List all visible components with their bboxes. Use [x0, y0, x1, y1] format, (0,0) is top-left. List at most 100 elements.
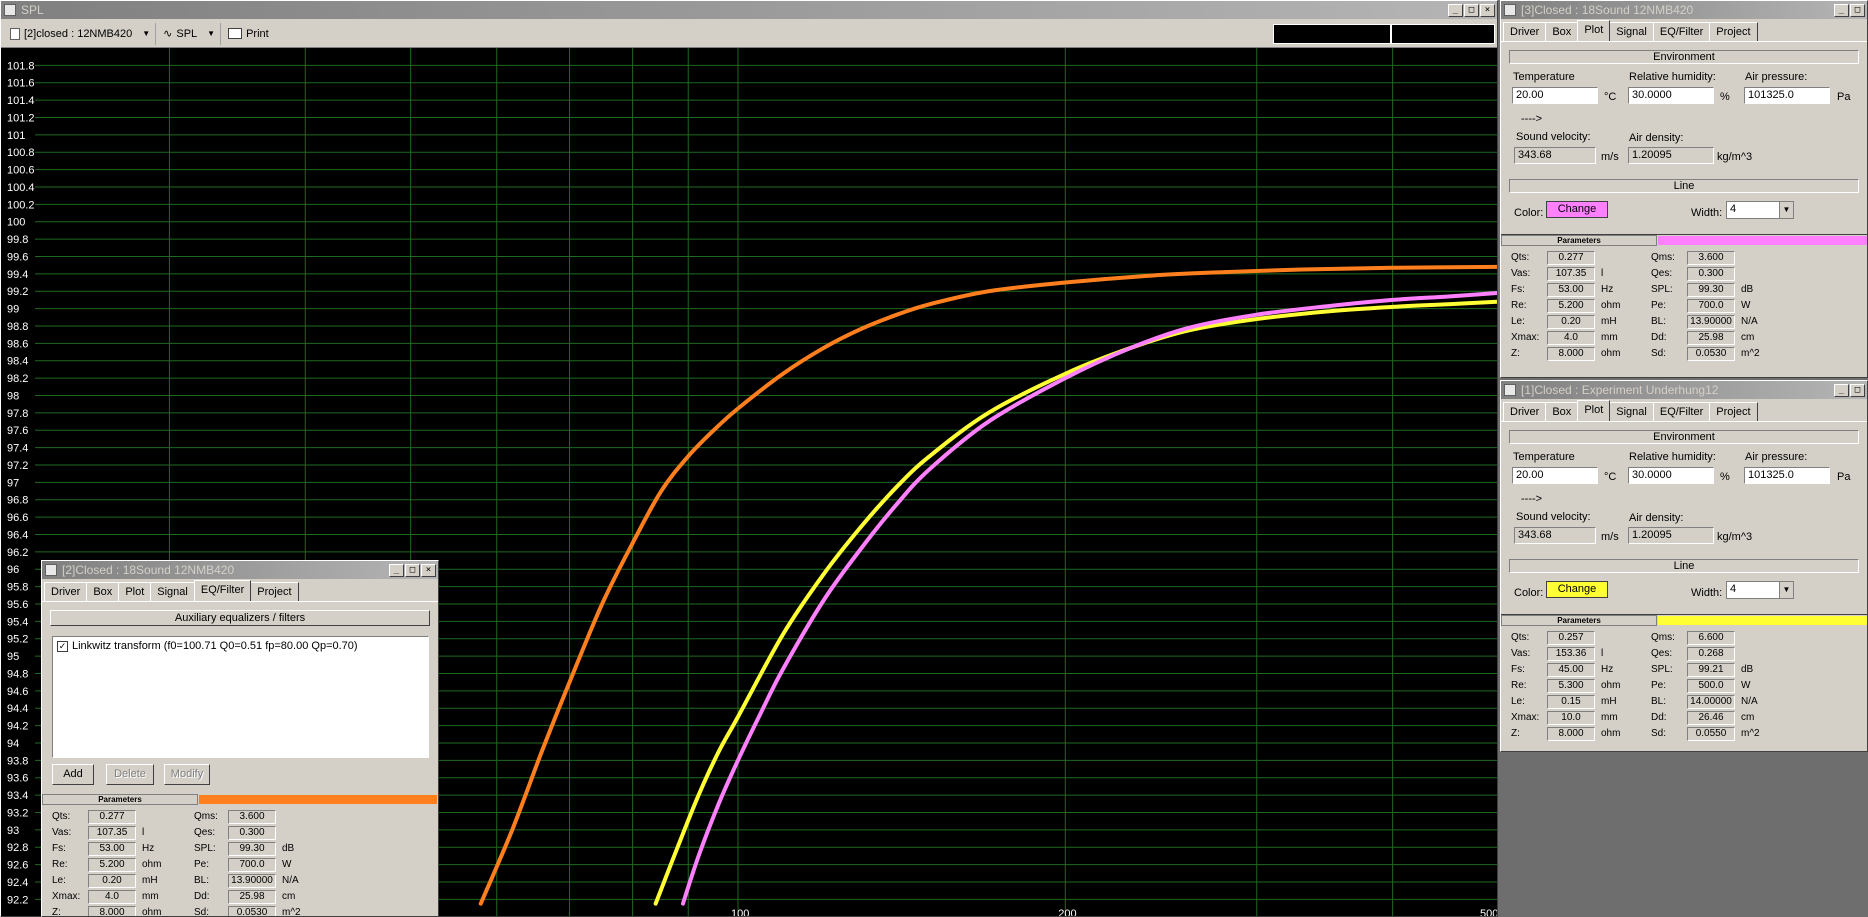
driver-tabs: Driver Box Plot Signal EQ/Filter Project	[1501, 399, 1867, 422]
param-value: 5.300	[1547, 679, 1595, 693]
velocity-unit: m/s	[1601, 151, 1619, 163]
temperature-input[interactable]: 20.00	[1512, 467, 1598, 484]
temperature-input[interactable]: 20.00	[1512, 87, 1598, 104]
environment-header: Environment	[1509, 430, 1859, 444]
add-button[interactable]: Add	[52, 764, 94, 785]
eq-window-title: [2]Closed : 18Sound 12NMB420	[62, 563, 235, 577]
checkbox-icon[interactable]: ✓	[57, 640, 68, 652]
param-value: 107.35	[1547, 267, 1595, 281]
compute-arrow[interactable]: ---->	[1521, 113, 1542, 125]
maximize-icon[interactable]: □	[1850, 383, 1865, 397]
tab-eq-filter[interactable]: EQ/Filter	[1652, 22, 1711, 41]
tab-plot[interactable]: Plot	[118, 582, 152, 601]
maximize-icon[interactable]: □	[1464, 3, 1479, 17]
param-label: Re:	[52, 859, 68, 870]
param-label: BL:	[1651, 696, 1667, 707]
app-icon	[1504, 384, 1516, 396]
status-box-right	[1391, 24, 1495, 44]
driver-titlebar[interactable]: [1]Closed : Experiment Underhung12 _ □	[1501, 381, 1867, 399]
y-tick-label: 97.4	[7, 443, 28, 455]
tab-driver[interactable]: Driver	[1503, 402, 1547, 421]
minimize-icon[interactable]: _	[1834, 383, 1849, 397]
tab-plot[interactable]: Plot	[1577, 400, 1611, 421]
line-header: Line	[1509, 559, 1859, 573]
tab-signal[interactable]: Signal	[1609, 22, 1654, 41]
pressure-input[interactable]: 101325.0	[1744, 467, 1830, 484]
driver-titlebar[interactable]: [3]Closed : 18Sound 12NMB420 _ □	[1501, 1, 1867, 19]
spl-titlebar[interactable]: SPL _ □ ×	[1, 1, 1497, 19]
chevron-down-icon: ▼	[1779, 202, 1793, 218]
filter-list[interactable]: ✓ Linkwitz transform (f0=100.71 Q0=0.51 …	[52, 636, 429, 758]
param-label: Re:	[1511, 680, 1527, 691]
param-value: 500.0	[1687, 679, 1735, 693]
list-item[interactable]: ✓ Linkwitz transform (f0=100.71 Q0=0.51 …	[53, 637, 428, 655]
temperature-unit: °C	[1604, 91, 1617, 103]
tab-project[interactable]: Project	[250, 582, 299, 601]
change-color-button[interactable]: Change	[1546, 201, 1608, 218]
width-select[interactable]: 4 ▼	[1726, 201, 1794, 219]
density-unit: kg/m^3	[1717, 531, 1753, 543]
param-value: 26.46	[1687, 711, 1735, 725]
project-select[interactable]: [2]closed : 12NMB420 ▼	[5, 22, 157, 45]
pressure-input[interactable]: 101325.0	[1744, 87, 1830, 104]
maximize-icon[interactable]: □	[405, 563, 420, 577]
y-tick-label: 99.6	[7, 251, 28, 263]
pressure-label: Air pressure:	[1745, 71, 1808, 83]
tab-box[interactable]: Box	[86, 582, 120, 601]
param-value: 8.000	[1547, 727, 1595, 741]
humidity-label: Relative humidity:	[1629, 71, 1716, 83]
param-label: dB	[1741, 664, 1754, 675]
change-color-button[interactable]: Change	[1546, 581, 1608, 598]
param-label: Qts:	[52, 811, 71, 822]
y-tick-label: 97.6	[7, 425, 28, 437]
humidity-input[interactable]: 30.0000	[1628, 467, 1714, 484]
tab-signal[interactable]: Signal	[150, 582, 195, 601]
param-label: N/A	[1741, 696, 1758, 707]
y-tick-label: 96.2	[7, 547, 28, 559]
param-value: 99.30	[228, 842, 276, 856]
delete-button[interactable]: Delete	[106, 764, 154, 785]
param-label: l	[1601, 648, 1604, 659]
param-label: Le:	[52, 875, 66, 886]
y-tick-label: 100	[7, 217, 25, 229]
modify-button[interactable]: Modify	[164, 764, 210, 785]
tab-project[interactable]: Project	[1709, 402, 1758, 421]
print-button[interactable]: Print	[223, 23, 274, 45]
close-icon[interactable]: ×	[1480, 3, 1495, 17]
minimize-icon[interactable]: _	[389, 563, 404, 577]
tab-box[interactable]: Box	[1545, 402, 1579, 421]
humidity-input[interactable]: 30.0000	[1628, 87, 1714, 104]
minimize-icon[interactable]: _	[1448, 3, 1463, 17]
chevron-down-icon: ▼	[1779, 582, 1793, 598]
param-label: mm	[1601, 332, 1618, 343]
tab-signal[interactable]: Signal	[1609, 402, 1654, 421]
tab-project[interactable]: Project	[1709, 22, 1758, 41]
width-select[interactable]: 4 ▼	[1726, 581, 1794, 599]
minimize-icon[interactable]: _	[1834, 3, 1849, 17]
maximize-icon[interactable]: □	[1850, 3, 1865, 17]
param-label: Re:	[1511, 300, 1527, 311]
param-label: Hz	[1601, 284, 1614, 295]
tab-driver[interactable]: Driver	[44, 582, 88, 601]
y-tick-label: 92.2	[7, 894, 28, 906]
tab-eq-filter[interactable]: EQ/Filter	[1652, 402, 1711, 421]
tab-box[interactable]: Box	[1545, 22, 1579, 41]
compute-arrow[interactable]: ---->	[1521, 493, 1542, 505]
param-value: 0.0550	[1687, 727, 1735, 741]
x-tick-label: 200	[1058, 908, 1076, 917]
param-label: Fs:	[1511, 664, 1525, 675]
view-select[interactable]: ∿ SPL ▼	[158, 22, 222, 45]
close-icon[interactable]: ×	[421, 563, 436, 577]
eq-titlebar[interactable]: [2]Closed : 18Sound 12NMB420 _ □ ×	[42, 561, 438, 579]
tab-plot[interactable]: Plot	[1577, 20, 1611, 41]
param-label: Vas:	[1511, 648, 1531, 659]
param-label: ohm	[1601, 348, 1621, 359]
param-value: 3.600	[1687, 251, 1735, 265]
params-label: Parameters	[1501, 615, 1657, 626]
temperature-label: Temperature	[1513, 71, 1575, 83]
param-value: 45.00	[1547, 663, 1595, 677]
param-value: 700.0	[228, 858, 276, 872]
tab-driver[interactable]: Driver	[1503, 22, 1547, 41]
line-header: Line	[1509, 179, 1859, 193]
tab-eq-filter[interactable]: EQ/Filter	[193, 580, 252, 601]
